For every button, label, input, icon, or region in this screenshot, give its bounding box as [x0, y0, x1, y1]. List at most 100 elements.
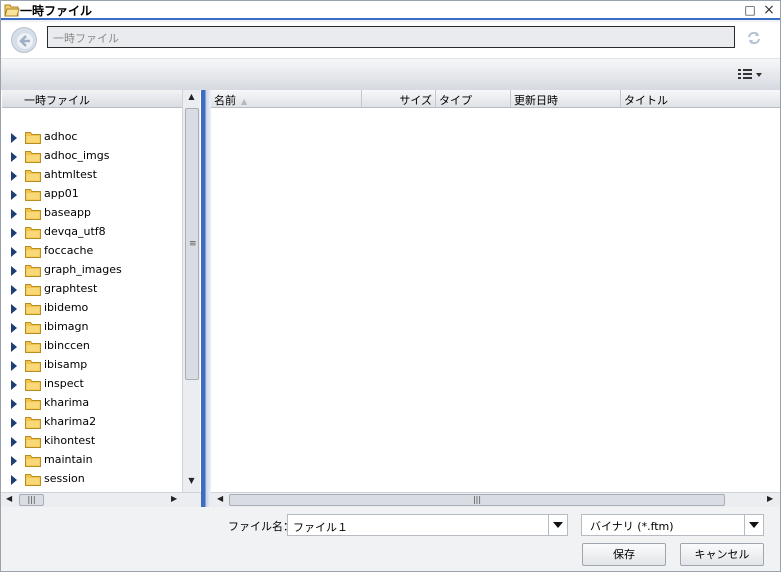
- expand-arrow-icon[interactable]: [11, 437, 17, 447]
- expand-arrow-icon[interactable]: [11, 266, 17, 276]
- toolbar: [1, 58, 780, 90]
- save-button[interactable]: 保存: [582, 543, 666, 566]
- expand-arrow-icon[interactable]: [11, 323, 17, 333]
- tree-item-label: adhoc_imgs: [44, 149, 110, 162]
- folder-tree: adhoc adhoc_imgs ahtmltest app01 baseapp devq…: [1, 120, 182, 492]
- tree-item-label: inspect: [44, 377, 84, 390]
- file-list-horizontal-scrollbar[interactable]: ◀ ||| ▶: [211, 492, 780, 507]
- scroll-right-icon[interactable]: ▶: [767, 494, 773, 503]
- window-title: 一時ファイル: [20, 4, 93, 18]
- expand-arrow-icon[interactable]: [11, 152, 17, 162]
- save-dialog-window: 一時ファイル □ × 一時ファイル 一時ファイル adhoc adhoc_imgs…: [0, 0, 781, 572]
- refresh-icon[interactable]: [745, 29, 763, 47]
- expand-arrow-icon[interactable]: [11, 228, 17, 238]
- tree-item[interactable]: inspect: [1, 375, 182, 394]
- cancel-button[interactable]: キャンセル: [680, 543, 764, 566]
- folder-tree-header: 一時ファイル: [2, 90, 182, 108]
- column-header-title[interactable]: タイトル: [621, 90, 780, 108]
- scroll-thumb[interactable]: |||: [19, 494, 44, 506]
- chevron-down-icon: [553, 522, 563, 528]
- expand-arrow-icon[interactable]: [11, 342, 17, 352]
- title-bar: 一時ファイル □ ×: [1, 1, 780, 20]
- expand-arrow-icon[interactable]: [11, 190, 17, 200]
- sort-ascending-icon: ▲: [241, 97, 248, 106]
- scroll-up-icon[interactable]: ▲: [183, 92, 200, 106]
- scroll-thumb[interactable]: ≡: [185, 108, 199, 380]
- tree-item[interactable]: graphtest: [1, 280, 182, 299]
- column-header-date[interactable]: 更新日時: [511, 90, 621, 108]
- folder-icon: [25, 321, 41, 334]
- folder-icon: [25, 397, 41, 410]
- expand-arrow-icon[interactable]: [11, 209, 17, 219]
- expand-arrow-icon[interactable]: [11, 380, 17, 390]
- tree-item-label: kharima: [44, 396, 90, 409]
- grip-icon: ≡: [189, 239, 197, 249]
- file-list-pane: 名前 ▲ サイズ タイプ 更新日時 タイトル ◀ ||| ▶: [211, 90, 780, 507]
- tree-item[interactable]: session: [1, 470, 182, 489]
- column-header-type[interactable]: タイプ: [436, 90, 511, 108]
- tree-item[interactable]: adhoc_imgs: [1, 147, 182, 166]
- maximize-icon[interactable]: □: [743, 3, 757, 17]
- close-icon[interactable]: ×: [762, 3, 776, 17]
- folder-icon: [25, 207, 41, 220]
- expand-arrow-icon[interactable]: [11, 418, 17, 428]
- scroll-right-icon[interactable]: ▶: [171, 494, 177, 503]
- tree-item-label: graphtest: [44, 282, 98, 295]
- tree-item-label: session: [44, 472, 85, 485]
- back-arrow-icon: [17, 33, 33, 49]
- tree-vertical-scrollbar[interactable]: ▲ ≡ ▼: [182, 90, 200, 492]
- scroll-down-icon[interactable]: ▼: [183, 476, 200, 490]
- view-options-icon[interactable]: [737, 68, 763, 82]
- folder-icon: [25, 188, 41, 201]
- tree-item[interactable]: kihontest: [1, 432, 182, 451]
- path-field[interactable]: 一時ファイル: [47, 26, 735, 48]
- folder-icon: [25, 454, 41, 467]
- expand-arrow-icon[interactable]: [11, 285, 17, 295]
- tree-item[interactable]: baseapp: [1, 204, 182, 223]
- tree-item[interactable]: ibisamp: [1, 356, 182, 375]
- expand-arrow-icon[interactable]: [11, 399, 17, 409]
- expand-arrow-icon[interactable]: [11, 133, 17, 143]
- column-header-size[interactable]: サイズ: [362, 90, 436, 108]
- tree-item[interactable]: kharima2: [1, 413, 182, 432]
- column-header-name[interactable]: 名前 ▲: [211, 90, 362, 108]
- expand-arrow-icon[interactable]: [11, 361, 17, 371]
- tree-item[interactable]: ahtmltest: [1, 166, 182, 185]
- expand-arrow-icon[interactable]: [11, 475, 17, 485]
- filename-dropdown-button[interactable]: [548, 515, 567, 535]
- tree-item[interactable]: graph_images: [1, 261, 182, 280]
- filetype-select[interactable]: バイナリ (*.ftm): [581, 514, 764, 536]
- expand-arrow-icon[interactable]: [11, 171, 17, 181]
- tree-item[interactable]: app01: [1, 185, 182, 204]
- tree-item[interactable]: ibinccen: [1, 337, 182, 356]
- filetype-dropdown-button[interactable]: [744, 515, 763, 535]
- filename-input[interactable]: ファイル１: [287, 514, 568, 536]
- folder-icon: [25, 226, 41, 239]
- back-button[interactable]: [11, 27, 37, 53]
- tree-item[interactable]: devqa_utf8: [1, 223, 182, 242]
- folder-icon: [25, 264, 41, 277]
- tree-horizontal-scrollbar[interactable]: ◀ ||| ▶: [1, 492, 201, 507]
- pane-splitter[interactable]: [201, 90, 211, 507]
- tree-item-label: kihontest: [44, 434, 96, 447]
- folder-icon: [25, 435, 41, 448]
- tree-item[interactable]: ibimagn: [1, 318, 182, 337]
- tree-item-label: foccache: [44, 244, 94, 257]
- dialog-footer: ファイル名： ファイル１ バイナリ (*.ftm) 保存 キャンセル: [1, 507, 780, 571]
- tree-item[interactable]: ibidemo: [1, 299, 182, 318]
- address-bar: 一時ファイル: [1, 22, 780, 58]
- tree-item-label: ibimagn: [44, 320, 89, 333]
- tree-item[interactable]: adhoc: [1, 128, 182, 147]
- scroll-thumb[interactable]: |||: [229, 494, 725, 506]
- folder-icon: [25, 131, 41, 144]
- scroll-left-icon[interactable]: ◀: [6, 494, 12, 503]
- scroll-left-icon[interactable]: ◀: [217, 494, 223, 503]
- expand-arrow-icon[interactable]: [11, 247, 17, 257]
- tree-item-label: app01: [44, 187, 79, 200]
- tree-item[interactable]: maintain: [1, 451, 182, 470]
- chevron-down-icon: [749, 522, 759, 528]
- tree-item[interactable]: foccache: [1, 242, 182, 261]
- expand-arrow-icon[interactable]: [11, 304, 17, 314]
- tree-item[interactable]: kharima: [1, 394, 182, 413]
- expand-arrow-icon[interactable]: [11, 456, 17, 466]
